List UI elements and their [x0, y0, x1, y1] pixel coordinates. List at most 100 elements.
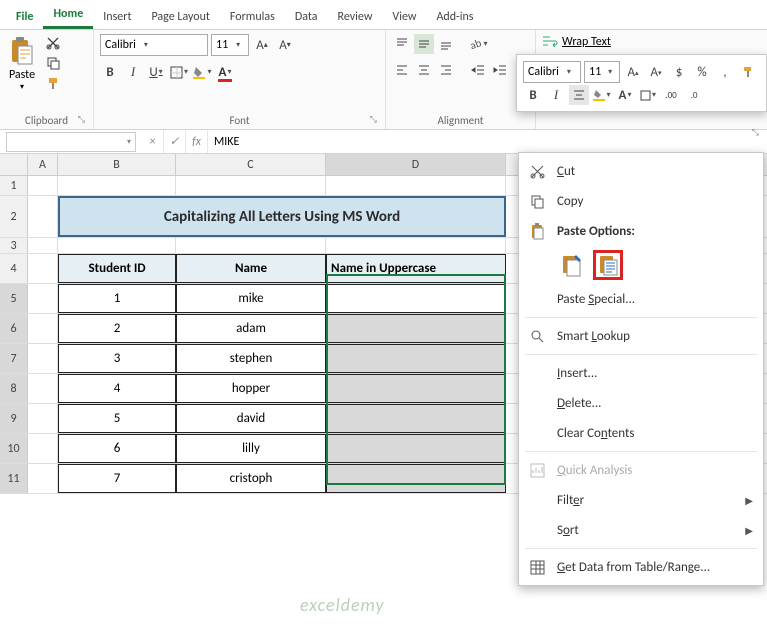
mini-font-color-icon[interactable]: A [615, 85, 635, 105]
cell-name[interactable]: lilly [176, 434, 326, 463]
col-header-d[interactable]: D [326, 154, 506, 175]
cell-upper[interactable] [326, 464, 506, 493]
ctx-sort[interactable]: Sort▶ [519, 515, 763, 545]
cell-upper[interactable] [326, 314, 506, 343]
mini-accounting-icon[interactable]: $ [669, 62, 689, 82]
tab-data[interactable]: Data [285, 4, 328, 29]
orientation-icon[interactable]: ab [468, 34, 488, 54]
cell-id[interactable]: 1 [58, 284, 176, 313]
mini-comma-icon[interactable]: , [715, 62, 735, 82]
align-left-icon[interactable] [392, 60, 412, 80]
ctx-smart-lookup[interactable]: Smart Lookup [519, 321, 763, 351]
tab-insert[interactable]: Insert [93, 4, 141, 29]
mini-bold-button[interactable]: B [523, 85, 543, 105]
row-header[interactable]: 5 [0, 284, 28, 313]
paste-keep-source-icon[interactable] [557, 250, 587, 280]
font-size-combo[interactable]: 11▾ [211, 34, 249, 56]
font-color-button[interactable]: A [215, 62, 235, 82]
cell-name[interactable]: david [176, 404, 326, 433]
row-header[interactable]: 2 [0, 196, 28, 237]
row-header[interactable]: 7 [0, 344, 28, 373]
row-header[interactable]: 6 [0, 314, 28, 343]
mini-italic-button[interactable]: I [546, 85, 566, 105]
ctx-filter[interactable]: Filter▶ [519, 485, 763, 515]
tab-page-layout[interactable]: Page Layout [141, 4, 219, 29]
cell-upper[interactable] [326, 284, 506, 313]
tab-formulas[interactable]: Formulas [220, 4, 285, 29]
cell-name[interactable]: adam [176, 314, 326, 343]
tab-home[interactable]: Home [43, 1, 93, 29]
row-header[interactable]: 3 [0, 238, 28, 253]
enter-formula-icon[interactable]: ✓ [164, 130, 186, 153]
font-launcher[interactable]: ⤡ [370, 114, 377, 125]
font-name-combo[interactable]: Calibri▾ [100, 34, 208, 56]
cut-button[interactable] [44, 34, 62, 52]
format-painter-button[interactable] [44, 74, 62, 92]
cancel-formula-icon[interactable]: × [142, 130, 164, 153]
header-name[interactable]: Name [176, 254, 326, 283]
cell-id[interactable]: 5 [58, 404, 176, 433]
wrap-text-button[interactable]: Wrap Text [542, 34, 611, 50]
alignment-launcher[interactable]: ⤡ [752, 127, 759, 138]
header-student-id[interactable]: Student ID [58, 254, 176, 283]
align-top-icon[interactable] [392, 34, 412, 54]
formula-input[interactable]: MIKE [208, 135, 767, 149]
mini-font-name[interactable]: Calibri▾ [523, 61, 581, 83]
align-bottom-icon[interactable] [436, 34, 456, 54]
cell-name[interactable]: mike [176, 284, 326, 313]
italic-button[interactable]: I [123, 62, 143, 82]
mini-percent-icon[interactable]: % [692, 62, 712, 82]
title-cell[interactable]: Capitalizing All Letters Using MS Word [58, 196, 506, 237]
cell-id[interactable]: 6 [58, 434, 176, 463]
select-all-corner[interactable] [0, 154, 28, 175]
mini-decrease-font-icon[interactable]: A▾ [646, 62, 666, 82]
mini-fill-color-icon[interactable] [592, 85, 612, 105]
cell-name[interactable]: stephen [176, 344, 326, 373]
align-middle-icon[interactable] [414, 34, 434, 54]
ctx-clear-contents[interactable]: Clear Contents [519, 418, 763, 448]
ctx-get-data[interactable]: Get Data from Table/Range... [519, 552, 763, 582]
cell-id[interactable]: 3 [58, 344, 176, 373]
decrease-font-icon[interactable]: A▾ [275, 35, 295, 55]
mini-font-size[interactable]: 11▾ [584, 61, 620, 83]
mini-border-icon[interactable] [638, 85, 658, 105]
fx-icon[interactable]: fx [186, 130, 208, 153]
ctx-insert[interactable]: Insert... [519, 358, 763, 388]
cell-upper[interactable] [326, 434, 506, 463]
ctx-paste-special[interactable]: Paste Special... [519, 284, 763, 314]
fill-color-button[interactable] [192, 62, 212, 82]
border-button[interactable] [169, 62, 189, 82]
clipboard-launcher[interactable]: ⤡ [78, 114, 85, 125]
row-header[interactable]: 4 [0, 254, 28, 283]
paste-match-destination-icon[interactable] [593, 250, 623, 280]
decrease-indent-icon[interactable] [468, 60, 488, 80]
header-name-upper[interactable]: Name in Uppercase [326, 254, 506, 283]
row-header[interactable]: 9 [0, 404, 28, 433]
col-header-a[interactable]: A [28, 154, 58, 175]
row-header[interactable]: 11 [0, 464, 28, 493]
col-header-b[interactable]: B [58, 154, 176, 175]
row-header[interactable]: 8 [0, 374, 28, 403]
cell-upper[interactable] [326, 344, 506, 373]
mini-increase-font-icon[interactable]: A▴ [623, 62, 643, 82]
tab-add-ins[interactable]: Add-ins [426, 4, 483, 29]
align-right-icon[interactable] [436, 60, 456, 80]
name-box[interactable]: ▾ [6, 132, 136, 152]
mini-format-painter-icon[interactable] [738, 62, 758, 82]
copy-button[interactable] [44, 54, 62, 72]
tab-file[interactable]: File [6, 4, 43, 29]
align-center-icon[interactable] [414, 60, 434, 80]
mini-center-icon[interactable] [569, 85, 589, 105]
underline-button[interactable]: U [146, 62, 166, 82]
ctx-delete[interactable]: Delete... [519, 388, 763, 418]
ctx-cut[interactable]: Cut [519, 156, 763, 186]
cell-id[interactable]: 2 [58, 314, 176, 343]
cell-upper[interactable] [326, 404, 506, 433]
col-header-c[interactable]: C [176, 154, 326, 175]
tab-review[interactable]: Review [328, 4, 383, 29]
cell-upper[interactable] [326, 374, 506, 403]
cell-id[interactable]: 4 [58, 374, 176, 403]
bold-button[interactable]: B [100, 62, 120, 82]
cell-name[interactable]: cristoph [176, 464, 326, 493]
tab-view[interactable]: View [382, 4, 426, 29]
